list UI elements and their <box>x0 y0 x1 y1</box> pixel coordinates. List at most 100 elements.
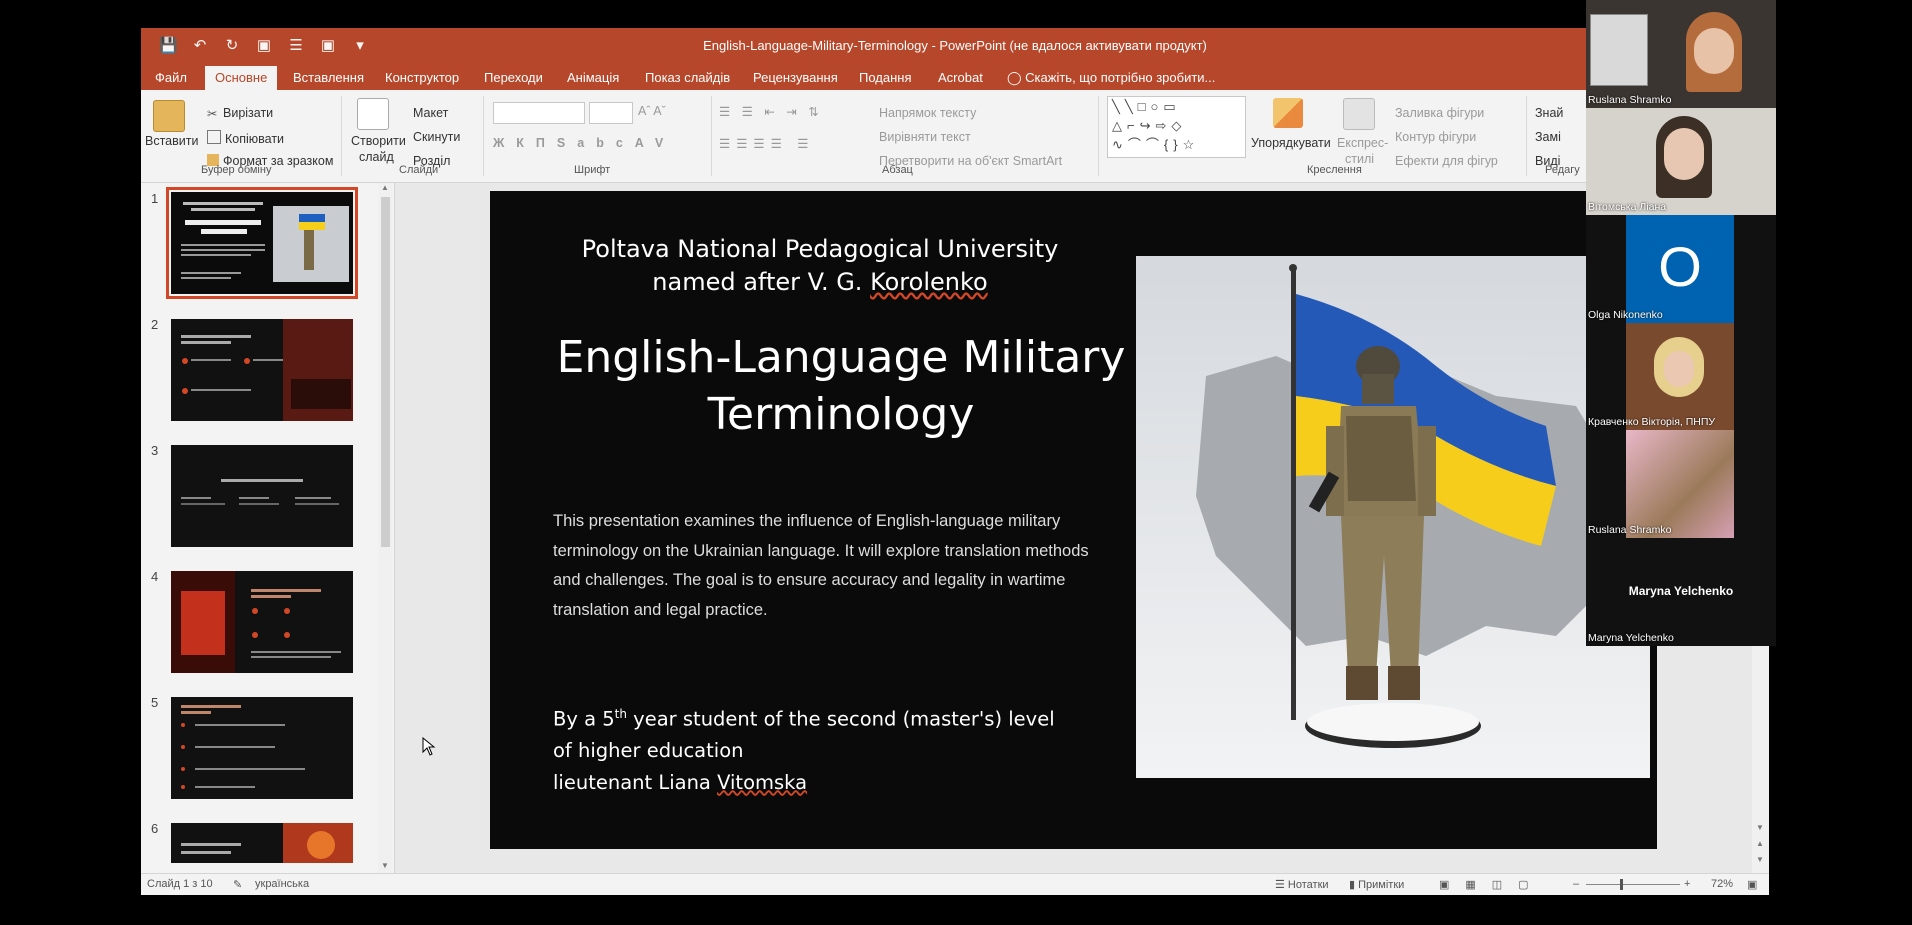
slide-thumbnail-6[interactable] <box>171 823 353 863</box>
new-slide-label-2[interactable]: слайд <box>359 150 394 164</box>
slide-thumbnail-4[interactable] <box>171 571 353 673</box>
author-sup: th <box>614 707 627 721</box>
thumb-number: 2 <box>151 317 159 332</box>
powerpoint-window: 💾 ↶ ↻ ▣ ☰ ▣ ▾ English-Language-Military-… <box>141 28 1769 895</box>
comments-button[interactable]: ▮ Примітки <box>1349 878 1404 891</box>
zoom-in-icon[interactable]: + <box>1684 878 1690 890</box>
reset-button[interactable]: Скинути <box>413 130 460 144</box>
tab-slide-show[interactable]: Показ слайдів <box>645 70 730 85</box>
group-divider <box>1526 96 1527 176</box>
paste-button[interactable]: Вставити <box>145 134 198 148</box>
paste-icon[interactable] <box>153 100 185 132</box>
title-bar: 💾 ↶ ↻ ▣ ☰ ▣ ▾ English-Language-Military-… <box>141 28 1769 64</box>
tab-animations[interactable]: Анімація <box>567 70 619 85</box>
quick-styles-label-1[interactable]: Експрес- <box>1337 136 1388 150</box>
workspace: 1 2 3 4 5 6 ▲ ▼ Poltava National Pedagog… <box>141 183 1769 873</box>
notes-button[interactable]: ☰ Нотатки <box>1275 878 1329 891</box>
layout-button[interactable]: Макет <box>413 106 448 120</box>
tab-insert[interactable]: Вставлення <box>293 70 364 85</box>
shape-fill-button[interactable]: Заливка фігури <box>1395 106 1484 120</box>
slide-thumbnails-pane: 1 2 3 4 5 6 ▲ ▼ <box>141 183 395 873</box>
spell-check-icon[interactable]: ✎ <box>233 878 242 891</box>
new-slide-icon[interactable] <box>357 98 389 130</box>
participant-tile-liana[interactable]: Вітомська Ліана <box>1586 108 1776 215</box>
group-divider <box>1098 96 1099 176</box>
participant-name: Ruslana Shramko <box>1588 524 1672 536</box>
thumbnails-scroll-thumb[interactable] <box>381 197 390 547</box>
slide-canvas[interactable]: Poltava National Pedagogical University … <box>490 191 1657 849</box>
list-buttons[interactable]: ☰ ☰ ⇤ ⇥ ⇅ <box>719 104 823 119</box>
replace-button[interactable]: Замі <box>1535 130 1561 144</box>
group-font: Шрифт <box>574 164 611 176</box>
arrange-icon[interactable] <box>1273 98 1303 128</box>
body-line-2: terminology on the Ukrainian language. I… <box>553 541 1089 560</box>
slide-thumbnail-2[interactable] <box>171 319 353 421</box>
zoom-level[interactable]: 72% <box>1711 878 1733 890</box>
shape-outline-button[interactable]: Контур фігури <box>1395 130 1476 144</box>
thumb-number: 3 <box>151 443 159 458</box>
cut-button[interactable]: ✂ Вирізати <box>207 106 274 121</box>
new-slide-label-1[interactable]: Створити <box>351 134 406 148</box>
tell-me-search[interactable]: ◯ Скажіть, що потрібно зробити... <box>1007 70 1215 86</box>
slide-body: This presentation examines the influence… <box>553 507 1173 625</box>
language-indicator[interactable]: українська <box>255 878 309 890</box>
comment-icon: ▮ <box>1349 879 1359 891</box>
next-slide-icon[interactable]: ▼ <box>1756 855 1764 864</box>
font-size-box[interactable] <box>589 102 633 124</box>
view-buttons[interactable]: ▣▦◫▢ <box>1439 878 1545 891</box>
thumbnail-preview <box>171 571 353 673</box>
tab-review[interactable]: Рецензування <box>753 70 838 85</box>
zoom-slider[interactable] <box>1586 884 1680 885</box>
group-editing: Редагу <box>1545 164 1580 176</box>
align-text-button[interactable]: Вирівняти текст <box>879 130 971 144</box>
shape-effects-button[interactable]: Ефекти для фігур <box>1395 154 1498 168</box>
thumb-number: 5 <box>151 695 159 710</box>
quick-styles-icon[interactable] <box>1343 98 1375 130</box>
zoom-slider-thumb[interactable] <box>1620 879 1623 890</box>
slide-counter: Слайд 1 з 10 <box>147 878 213 890</box>
align-buttons[interactable]: ☰☰☰☰ ☰ <box>719 136 815 151</box>
scroll-down-icon[interactable]: ▼ <box>1756 823 1764 832</box>
tab-design[interactable]: Конструктор <box>385 70 459 85</box>
zoom-out-icon[interactable]: – <box>1573 878 1579 890</box>
scroll-up-icon[interactable]: ▲ <box>381 183 389 192</box>
text-direction-button[interactable]: Напрямок тексту <box>879 106 976 120</box>
window-title: English-Language-Military-Terminology - … <box>703 38 1207 53</box>
participant-face <box>1664 351 1694 387</box>
lightbulb-icon: ◯ <box>1007 70 1026 85</box>
participant-tile-ruslana-image[interactable]: Ruslana Shramko <box>1586 430 1776 538</box>
arrange-button[interactable]: Упорядкувати <box>1251 136 1331 150</box>
tab-transitions[interactable]: Переходи <box>484 70 543 85</box>
tab-home[interactable]: Основне <box>205 66 278 90</box>
shapes-gallery[interactable]: ╲╲□○▭ △⌐↪⇨◇ ∿⌒⌒{}☆ <box>1107 96 1246 158</box>
group-clipboard: Буфер обміну <box>201 164 272 176</box>
participant-name: Вітомська Ліана <box>1588 201 1667 213</box>
fit-slide-icon[interactable]: ▣ <box>1747 878 1757 891</box>
slide-thumbnail-5[interactable] <box>171 697 353 799</box>
slide-thumbnail-3[interactable] <box>171 445 353 547</box>
participant-display-name: Maryna Yelchenko <box>1628 584 1734 598</box>
participant-tile-maryna[interactable]: Maryna Yelchenko Maryna Yelchenko <box>1586 538 1776 646</box>
previous-slide-icon[interactable]: ▲ <box>1756 839 1764 848</box>
participant-tile-olga[interactable]: O Olga Nikonenko <box>1586 215 1776 323</box>
participant-tile-kravchenko[interactable]: Кравченко Вікторія, ПНПУ <box>1586 323 1776 430</box>
thumb-number: 1 <box>151 191 159 206</box>
thumbnail-preview <box>171 823 353 863</box>
find-button[interactable]: Знай <box>1535 106 1563 120</box>
group-paragraph: Абзац <box>882 164 913 176</box>
tab-file[interactable]: Файл <box>155 70 187 85</box>
font-style-buttons[interactable]: ЖКПSabcAV <box>493 136 675 150</box>
author-line-3-prefix: lieutenant Liana <box>553 770 718 794</box>
group-divider <box>483 96 484 176</box>
body-line-4: translation and legal practice. <box>553 600 768 619</box>
cut-label: Вирізати <box>223 106 274 120</box>
thumbnail-preview <box>171 445 353 547</box>
grow-font-icon[interactable]: Aˆ Aˇ <box>638 104 666 118</box>
tab-acrobat[interactable]: Acrobat <box>938 70 983 85</box>
font-name-box[interactable] <box>493 102 585 124</box>
participant-tile-ruslana[interactable]: Ruslana Shramko <box>1586 0 1776 108</box>
scroll-down-icon[interactable]: ▼ <box>381 861 389 870</box>
tab-view[interactable]: Подання <box>859 70 912 85</box>
copy-button[interactable]: Копіювати <box>207 130 284 146</box>
slide-thumbnail-1[interactable] <box>166 187 358 299</box>
